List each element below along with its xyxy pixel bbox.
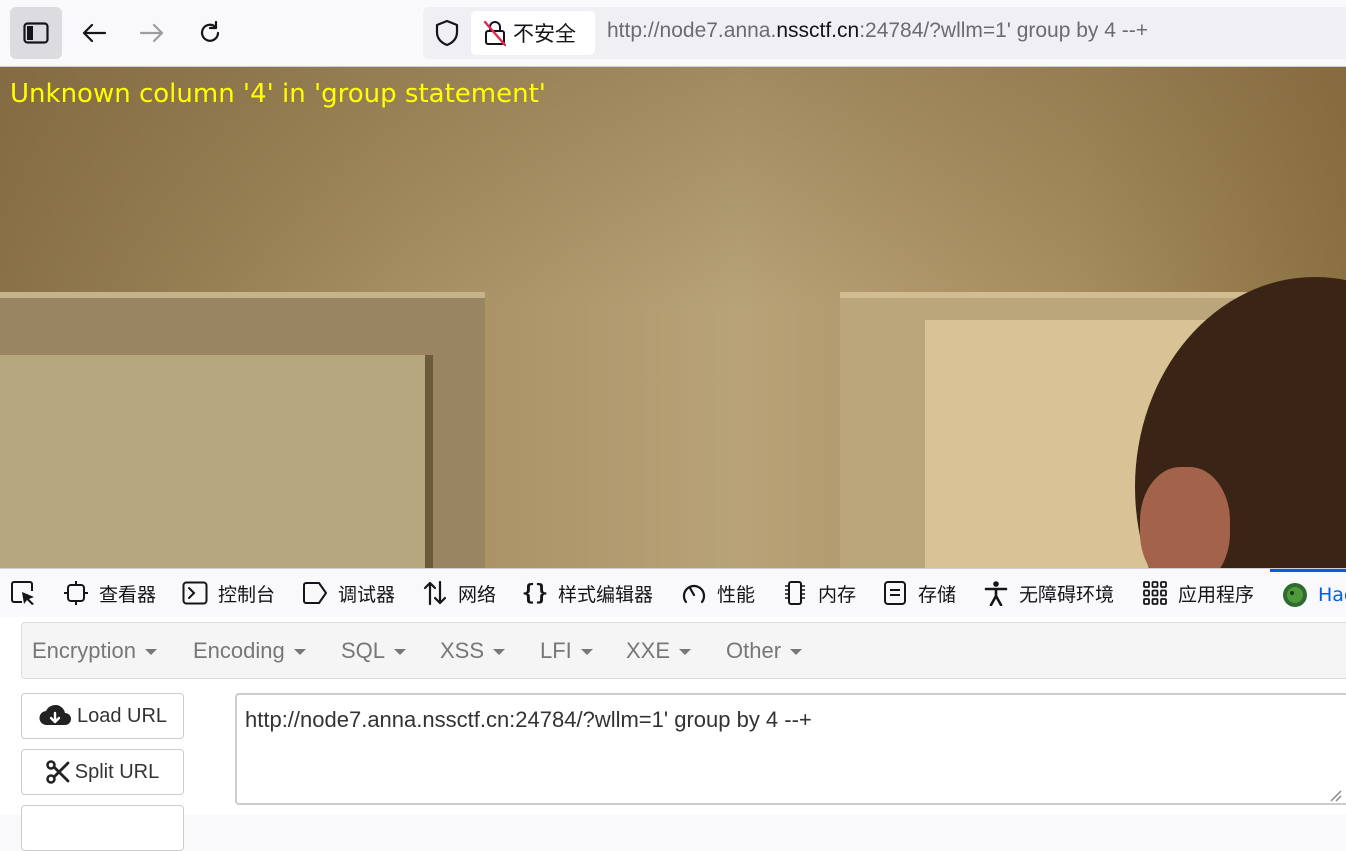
- element-picker-icon: [11, 581, 34, 605]
- menu-encoding[interactable]: Encoding: [193, 623, 306, 678]
- tab-label: 控制台: [218, 583, 276, 606]
- tab-style-editor[interactable]: {} 样式编辑器: [522, 569, 653, 617]
- caret-down-icon: [493, 649, 506, 655]
- menu-label: XXE: [626, 637, 671, 663]
- tracking-protection-shield-icon[interactable]: [429, 17, 465, 49]
- menu-xxe[interactable]: XXE: [626, 623, 692, 678]
- tab-label: 性能: [717, 583, 756, 606]
- accessibility-icon: [984, 581, 1008, 606]
- url-prefix: http://node7.anna.: [607, 19, 777, 42]
- tab-network[interactable]: 网络: [422, 569, 496, 617]
- resize-handle-icon[interactable]: [1328, 788, 1342, 802]
- memory-icon: [785, 581, 805, 605]
- reload-icon: [200, 20, 220, 42]
- back-arrow-icon: [82, 23, 107, 43]
- sidebar-toggle-button[interactable]: [10, 7, 62, 59]
- cloud-download-icon: [39, 704, 71, 726]
- menu-label: LFI: [540, 637, 572, 663]
- page-content: Unknown column '4' in 'group statement': [0, 67, 1346, 568]
- menu-lfi[interactable]: LFI: [540, 623, 593, 678]
- tab-storage[interactable]: 存储: [882, 569, 956, 617]
- url-host: nssctf.cn: [776, 19, 860, 42]
- menu-label: Encryption: [32, 637, 136, 663]
- tab-label: 查看器: [99, 583, 157, 606]
- tab-memory[interactable]: 内存: [782, 569, 856, 617]
- split-url-button[interactable]: Split URL: [21, 749, 184, 795]
- menu-xss[interactable]: XSS: [440, 623, 506, 678]
- tab-label: 无障碍环境: [1019, 583, 1115, 606]
- menu-sql[interactable]: SQL: [341, 623, 407, 678]
- menu-label: SQL: [341, 637, 386, 663]
- scissors-icon: [46, 760, 70, 784]
- forward-arrow-icon: [139, 23, 164, 43]
- style-editor-icon: {}: [521, 580, 549, 606]
- url-bar[interactable]: 不安全 http://node7.anna.nssctf.cn:24784/?w…: [423, 7, 1346, 59]
- tab-label: 内存: [818, 583, 857, 606]
- tab-label: 存储: [918, 583, 957, 606]
- application-icon: [1143, 581, 1167, 605]
- caret-down-icon: [790, 649, 803, 655]
- menu-other[interactable]: Other: [726, 623, 803, 678]
- menu-label: Encoding: [193, 637, 285, 663]
- sidebar-icon: [23, 22, 49, 44]
- menu-encryption[interactable]: Encryption: [32, 623, 157, 678]
- hackbar-panel: Encryption Encoding SQL XSS LFI XXE Othe…: [0, 617, 1346, 851]
- hackbar-icon: [1283, 582, 1307, 607]
- inspector-icon: [64, 581, 88, 605]
- browser-toolbar: 不安全 http://node7.anna.nssctf.cn:24784/?w…: [0, 0, 1346, 67]
- caret-down-icon: [580, 649, 593, 655]
- hackbar-menu-bar: Encryption Encoding SQL XSS LFI XXE Othe…: [21, 622, 1346, 679]
- caret-down-icon: [394, 649, 407, 655]
- tab-label: 调试器: [338, 583, 396, 606]
- tab-hackbar[interactable]: Hac: [1270, 569, 1346, 617]
- forward-button[interactable]: [126, 7, 178, 59]
- caret-down-icon: [293, 649, 306, 655]
- tab-label: 样式编辑器: [558, 583, 654, 606]
- menu-label: XSS: [440, 637, 485, 663]
- devtools-tab-bar: 查看器 控制台 调试器 网络 {} 样式编辑器 性能 内存 存储 无障碍环境 应…: [0, 568, 1346, 618]
- element-picker-button[interactable]: [10, 569, 36, 617]
- background-door-left: [0, 355, 433, 568]
- insecure-lock-icon: [483, 20, 507, 47]
- load-url-button[interactable]: Load URL: [21, 693, 184, 739]
- console-icon: [182, 581, 208, 605]
- tab-application[interactable]: 应用程序: [1142, 569, 1254, 617]
- url-suffix: :24784/?wllm=1' group by 4 --+: [859, 19, 1149, 42]
- tab-console[interactable]: 控制台: [182, 569, 275, 617]
- url-text[interactable]: http://node7.anna.nssctf.cn:24784/?wllm=…: [607, 19, 1148, 43]
- caret-down-icon: [679, 649, 692, 655]
- background-person-ear: [1140, 467, 1230, 568]
- url-input[interactable]: http://node7.anna.nssctf.cn:24784/?wllm=…: [235, 693, 1346, 805]
- reload-button[interactable]: [184, 7, 236, 59]
- debugger-icon: [303, 582, 327, 604]
- split-url-label: Split URL: [74, 760, 160, 783]
- back-button[interactable]: [68, 7, 120, 59]
- tab-performance[interactable]: 性能: [681, 569, 755, 617]
- load-url-label: Load URL: [76, 704, 168, 727]
- tab-debugger[interactable]: 调试器: [302, 569, 395, 617]
- tab-accessibility[interactable]: 无障碍环境: [983, 569, 1114, 617]
- connection-insecure-badge[interactable]: 不安全: [471, 11, 595, 55]
- performance-icon: [682, 584, 706, 604]
- storage-icon: [884, 581, 906, 605]
- caret-down-icon: [144, 649, 157, 655]
- sql-error-message: Unknown column '4' in 'group statement': [10, 79, 546, 109]
- tab-label: 应用程序: [1178, 583, 1255, 606]
- tab-inspector[interactable]: 查看器: [63, 569, 156, 617]
- network-icon: [423, 580, 447, 606]
- tab-label: 网络: [458, 583, 497, 606]
- execute-button[interactable]: [21, 805, 184, 851]
- tab-label: Hac: [1318, 583, 1346, 606]
- insecure-label: 不安全: [513, 22, 576, 46]
- menu-label: Other: [726, 637, 782, 663]
